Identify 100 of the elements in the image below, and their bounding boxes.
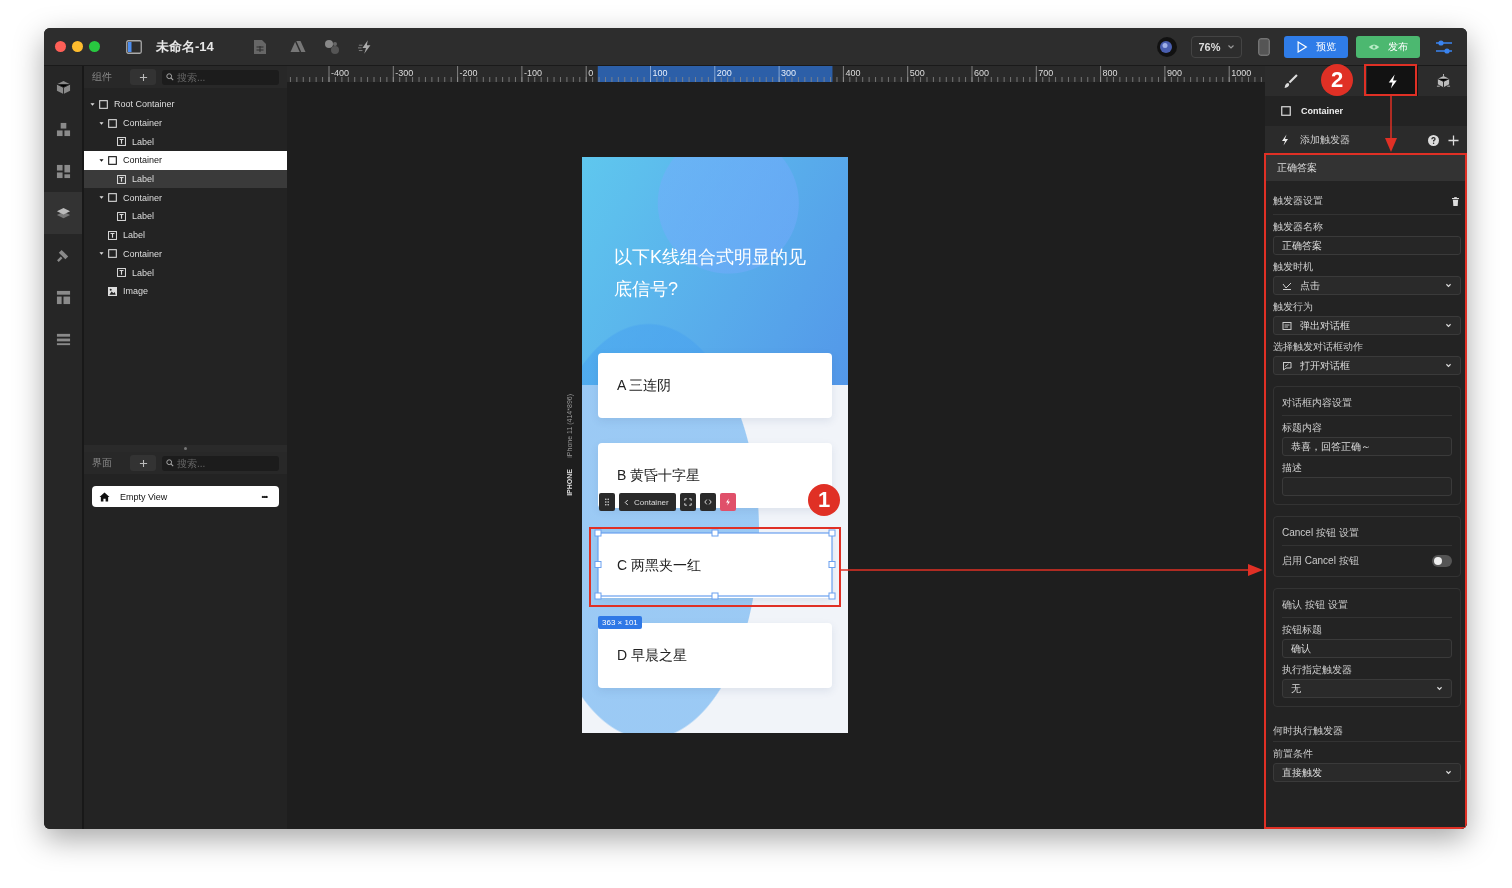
cube-icon	[1436, 73, 1451, 89]
zoom-button[interactable]	[89, 41, 100, 52]
caret-icon[interactable]	[90, 101, 95, 107]
tree-item[interactable]: Container	[84, 151, 287, 170]
tree-item[interactable]: Label	[84, 132, 287, 152]
chevron-icon	[1445, 770, 1452, 775]
tree-item[interactable]: Container	[84, 244, 287, 264]
ruler-label: 700	[1038, 67, 1054, 78]
more-button[interactable]: •••	[261, 492, 267, 501]
input-field[interactable]: 恭喜，回答正确～	[1282, 437, 1452, 456]
chevron-icon	[1445, 283, 1452, 288]
tree-item-label: Label	[132, 174, 155, 185]
caret-icon[interactable]	[99, 157, 104, 163]
document-icon[interactable]	[251, 38, 268, 55]
ruler-label: 200	[716, 67, 732, 78]
sidebar-tab[interactable]	[44, 192, 82, 234]
tree-item[interactable]: Label	[84, 207, 287, 226]
add-button[interactable]	[130, 69, 156, 85]
square-icon	[99, 99, 108, 109]
search-icon	[166, 459, 174, 467]
caret-icon[interactable]	[99, 251, 104, 257]
input-field[interactable]: 正确答案	[1273, 236, 1461, 255]
chevron-icon	[1445, 363, 1452, 368]
screen-item[interactable]: Empty View •••	[92, 486, 279, 507]
tree-item[interactable]: Label	[84, 263, 287, 282]
tree-item-label: Container	[123, 155, 163, 166]
toggle-switch[interactable]	[1432, 555, 1452, 567]
triangle-icon[interactable]	[289, 38, 306, 55]
ruler-label: 900	[1166, 67, 1182, 78]
component-name: Container	[1301, 106, 1343, 116]
ruler-label: 0	[588, 67, 594, 78]
sidebar-icon[interactable]	[126, 38, 142, 55]
tree-item[interactable]: Image	[84, 281, 287, 301]
select-field[interactable]: 打开对话框	[1273, 356, 1461, 375]
tree-item[interactable]: Container	[84, 188, 287, 208]
sliders-icon[interactable]	[1435, 38, 1453, 55]
help-icon[interactable]	[1428, 134, 1439, 146]
avatar-icon[interactable]	[1157, 36, 1177, 57]
tiles-icon	[55, 163, 71, 179]
search-field[interactable]: 搜索...	[162, 69, 279, 85]
search-field[interactable]: 搜索...	[162, 455, 279, 471]
field-label: 选择触发对话框动作	[1273, 341, 1364, 353]
tree-item-label: Root Container	[114, 99, 175, 110]
answer-card[interactable]: A 三连阴	[598, 353, 832, 418]
chevron-icon	[1436, 686, 1443, 691]
preview-button[interactable]: 预览	[1284, 35, 1348, 58]
ruler-label: 800	[1102, 67, 1118, 78]
section-title: 何时执行触发器	[1273, 721, 1461, 742]
trash-icon[interactable]	[1452, 196, 1459, 206]
ruler-label: 500	[909, 67, 925, 78]
caret-icon[interactable]	[99, 195, 104, 201]
input-field[interactable]: 确认	[1282, 639, 1452, 658]
list-icon	[55, 331, 71, 347]
select-field[interactable]: 弹出对话框	[1273, 316, 1461, 335]
tree-item-label: Image	[123, 286, 148, 297]
square-icon	[108, 118, 117, 128]
tree-item[interactable]: Container	[84, 113, 287, 133]
text-icon	[117, 137, 126, 147]
square-icon	[108, 155, 117, 165]
tree-item-label: Container	[123, 118, 163, 129]
ruler-label: 1000	[1231, 67, 1252, 78]
answer-card[interactable]: C 两黑夹一红	[598, 533, 832, 598]
ruler-label: 600	[974, 67, 990, 78]
field-label: 触发时机	[1273, 261, 1314, 273]
cubes-icon	[55, 121, 71, 137]
field-label: 执行指定触发器	[1282, 664, 1353, 676]
minimize-button[interactable]	[72, 41, 83, 52]
parent-button[interactable]: Container	[619, 493, 676, 511]
chevron-icon	[1226, 43, 1235, 50]
ruler-label: -100	[523, 67, 542, 78]
caret-icon[interactable]	[99, 120, 104, 126]
zoom-dropdown[interactable]: 76%	[1191, 35, 1242, 58]
play-icon	[1296, 40, 1308, 53]
tree-item-label: Label	[132, 136, 155, 147]
circles-icon[interactable]	[323, 38, 340, 55]
tree-item[interactable]: Label	[84, 225, 287, 245]
plus-icon[interactable]	[1448, 134, 1459, 146]
chevron-icon	[1445, 323, 1452, 328]
drag-handle[interactable]	[599, 493, 615, 511]
phone-icon[interactable]	[1258, 37, 1270, 56]
add-button[interactable]	[130, 455, 156, 471]
add-trigger-label: 添加触发器	[1300, 133, 1351, 147]
close-button[interactable]	[55, 41, 66, 52]
highlight-frame	[1364, 64, 1417, 96]
tree-item-label: Label	[123, 230, 146, 241]
select-field[interactable]: 直接触发	[1273, 763, 1461, 782]
question-text: 以下K线组合式明显的见底信号?	[613, 246, 807, 301]
select-field[interactable]: 无	[1282, 679, 1452, 698]
trigger-header[interactable]: 正确答案	[1265, 154, 1467, 181]
select-field[interactable]: 点击	[1273, 276, 1461, 295]
ruler-label: -300	[395, 67, 414, 78]
tree-item[interactable]: Root Container	[84, 95, 287, 114]
layers-icon	[55, 205, 71, 221]
inspector-tab[interactable]	[1367, 66, 1418, 96]
group-title: 确认 按钮 设置	[1282, 593, 1452, 618]
ruler-label: 400	[845, 67, 861, 78]
field-label: 标题内容	[1282, 422, 1323, 434]
section-title: 触发器设置	[1273, 194, 1323, 208]
size-tag: 363 × 101	[598, 616, 642, 629]
tree-item-label: Label	[132, 211, 155, 222]
